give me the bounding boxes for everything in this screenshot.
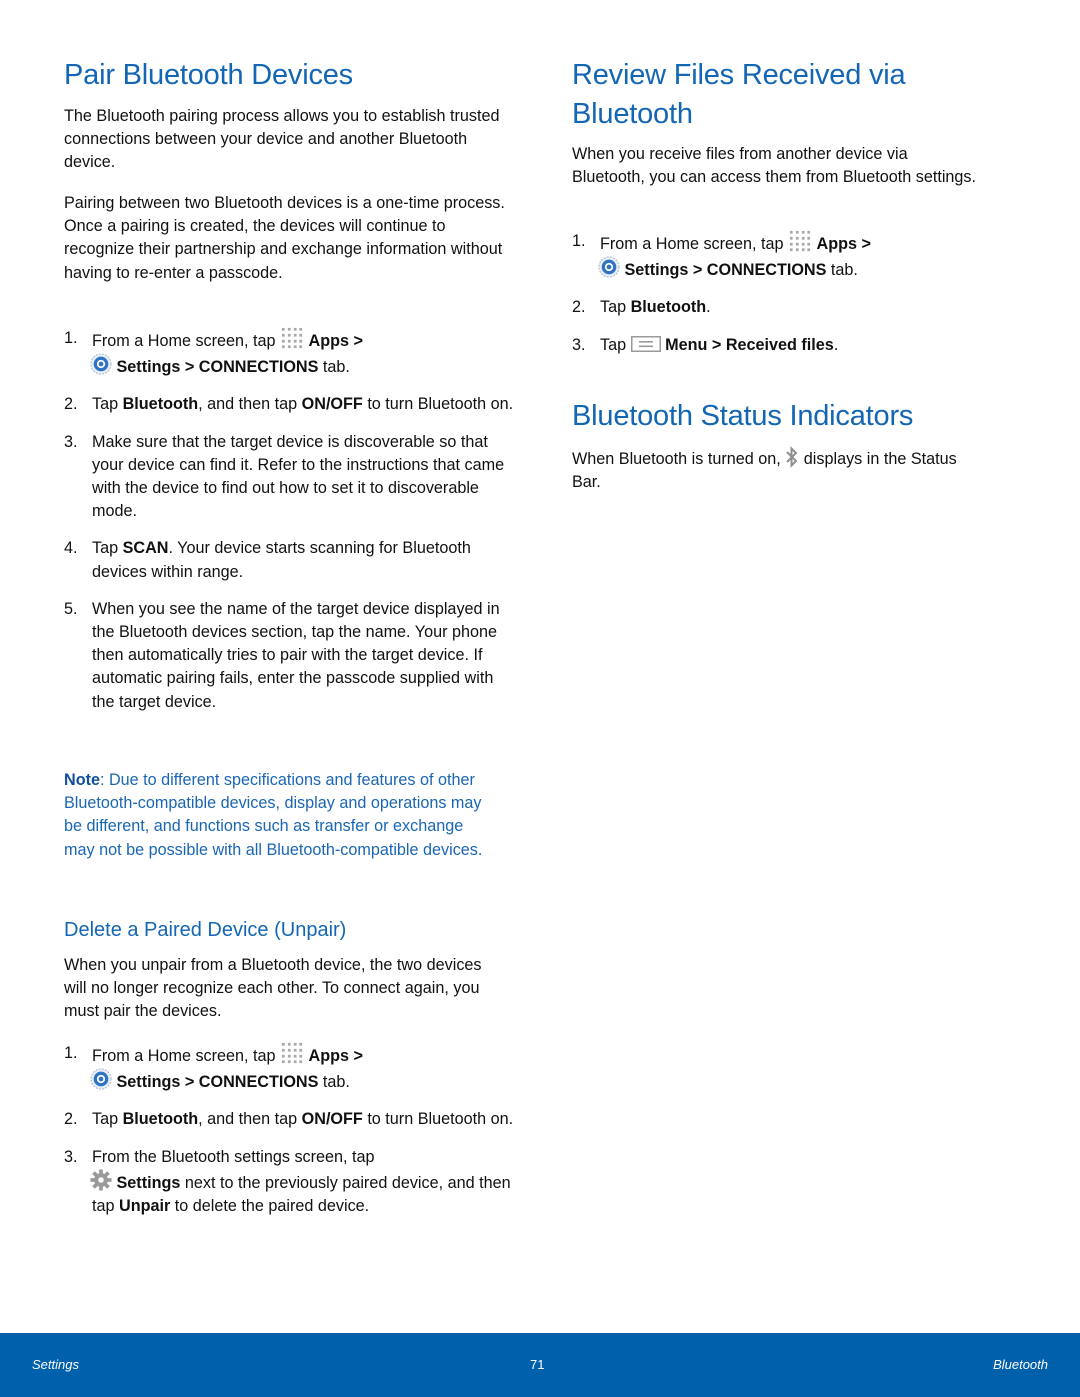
- review-step-3: 3. Tap Menu > Received files.: [572, 335, 839, 354]
- gear-icon: [90, 1169, 112, 1191]
- page-number: 71: [530, 1357, 545, 1372]
- review-intro: When you receive files from another devi…: [572, 145, 977, 187]
- pair-step-1: 1. From a Home screen, tap Apps > Settin…: [64, 327, 363, 377]
- pair-step-5: 5. When you see the name of the target d…: [64, 599, 500, 711]
- subsection-title-unpair: Delete a Paired Device (Unpair): [64, 919, 347, 941]
- unpair-intro: When you unpair from a Bluetooth device,…: [64, 956, 482, 1021]
- footer-chapter: Settings: [32, 1357, 79, 1372]
- bluetooth-icon: [786, 446, 798, 468]
- unpair-steps: 1. From a Home screen, tap Apps > Settin…: [64, 1042, 514, 1218]
- pair-step-4: 4. Tap SCAN. Your device starts scanning…: [64, 539, 471, 581]
- unpair-step-2: 2. Tap Bluetooth, and then tap ON/OFF to…: [64, 1110, 514, 1129]
- settings-icon: [90, 353, 112, 375]
- pair-step-2: 2. Tap Bluetooth, and then tap ON/OFF to…: [64, 395, 514, 414]
- note-text: Note: Due to different specifications an…: [64, 771, 483, 859]
- apps-icon: [280, 1042, 304, 1064]
- footer-section: Bluetooth: [993, 1357, 1048, 1372]
- review-step-1: 1. From a Home screen, tap Apps > Settin…: [572, 230, 871, 280]
- apps-icon: [280, 327, 304, 349]
- unpair-step-1: 1. From a Home screen, tap Apps > Settin…: [64, 1042, 363, 1092]
- pair-steps: 1. From a Home screen, tap Apps > Settin…: [64, 327, 514, 714]
- page-footer: Settings 71 Bluetooth: [0, 1333, 1080, 1397]
- settings-icon: [90, 1068, 112, 1090]
- review-step-2: 2. Tap Bluetooth.: [572, 298, 711, 317]
- pair-intro-2: Pairing between two Bluetooth devices is…: [64, 194, 505, 282]
- pair-step-3: 3. Make sure that the target device is d…: [64, 432, 505, 521]
- menu-icon: [630, 335, 661, 352]
- settings-icon: [598, 256, 620, 278]
- section-title-pair: Pair Bluetooth Devices: [64, 59, 353, 91]
- status-text: When Bluetooth is turned on, displays in…: [572, 446, 982, 494]
- apps-icon: [788, 230, 812, 252]
- section-title-status: Bluetooth Status Indicators: [572, 400, 914, 432]
- unpair-step-3: 3. From the Bluetooth settings screen, t…: [64, 1147, 511, 1216]
- section-title-review: Review Files Received via Bluetooth: [572, 59, 906, 130]
- pair-intro-1: The Bluetooth pairing process allows you…: [64, 107, 500, 172]
- review-steps: 1. From a Home screen, tap Apps > Settin…: [572, 230, 992, 357]
